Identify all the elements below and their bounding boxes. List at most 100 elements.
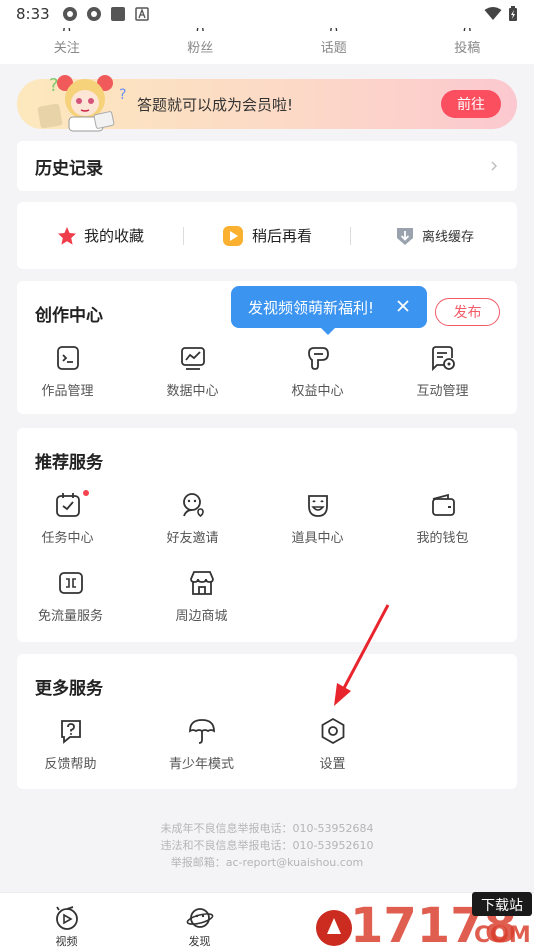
status-time: 8:33 [16,5,50,23]
offline-cache-label: 离线缓存 [421,230,474,245]
app-notification-icon [62,7,77,21]
stat-fans[interactable]: 0 粉丝 [134,28,268,64]
creation-center-title: 创作中心 [35,306,103,326]
settings-icon [321,717,344,745]
stat-label: 关注 [53,41,80,56]
watch-later-link[interactable]: 稍后再看 [184,225,350,247]
item-label: 好友邀请 [166,531,219,546]
history-title: 历史记录 [35,158,103,179]
report-line: 举报邮箱：ac-report@kuaishou.com [170,856,364,869]
props-icon [307,495,328,517]
publish-button[interactable]: 发布 [435,298,500,326]
watch-later-label: 稍后再看 [251,227,312,245]
play-later-icon [222,225,243,246]
works-management-item[interactable]: 作品管理 [5,343,130,399]
creation-grid: 作品管理 数据中心 权益中心 互动管理 [5,343,505,399]
feedback-help-item[interactable]: 反馈帮助 [5,716,136,772]
new-user-reward-tooltip[interactable]: 发视频领萌新福利! [231,286,427,335]
watermark-badge: 下载站 [481,898,523,914]
stat-submissions[interactable]: 0 投稿 [401,28,534,64]
tab-discover[interactable]: 发现 [133,893,266,950]
member-quiz-banner[interactable]: ? ? 答题就可以成为会员啦! 前往 [17,75,517,132]
invite-friends-item[interactable]: 好友邀请 [130,490,255,546]
item-label: 周边商城 [175,609,228,624]
a-notification-icon [134,7,149,21]
interaction-icon [431,346,455,372]
more-services: 更多服务 反馈帮助 青少年模式 设置 [17,654,517,789]
report-info: 未成年不良信息举报电话：010-53952684 违法和不良信息举报电话：010… [0,820,534,871]
status-bar: 8:33 [0,0,534,28]
works-icon [56,346,79,370]
video-tab-icon [55,906,78,930]
item-label: 权益中心 [291,384,344,399]
item-label: 免流量服务 [37,609,103,624]
profile-stats: 0 关注 0 粉丝 0 话题 0 投稿 [0,28,534,64]
item-label: 青少年模式 [168,757,234,772]
item-label: 数据中心 [166,384,219,399]
invite-friend-icon [182,493,204,518]
task-icon [55,493,80,517]
stat-label: 粉丝 [187,41,214,56]
offline-cache-link[interactable]: 离线缓存 [351,225,517,247]
report-line: 未成年不良信息举报电话：010-53952684 [160,822,374,835]
stat-following[interactable]: 0 关注 [0,28,134,64]
favorites-link[interactable]: 我的收藏 [17,225,183,247]
recommended-services: 推荐服务 任务中心 好友邀请 道具中心 我的钱包 免流量服务 周边商城 [17,428,517,642]
free-data-icon [58,572,83,594]
banner-go-button[interactable]: 前往 [441,90,501,118]
notification-dot [83,490,89,496]
item-label: 反馈帮助 [44,757,97,772]
merch-shop-item[interactable]: 周边商城 [136,568,267,624]
more-grid-row: 反馈帮助 青少年模式 设置 [5,716,505,772]
settings-item[interactable]: 设置 [267,716,398,772]
wifi-icon [484,7,502,20]
tab-label: 发现 [188,935,211,948]
wallet-icon [431,493,455,516]
props-center-item[interactable]: 道具中心 [255,490,380,546]
svg-text:?: ? [119,87,126,103]
mascot-girl-illustration: ? ? [37,75,126,132]
svg-text:?: ? [49,75,59,96]
recommended-services-title: 推荐服务 [35,453,103,473]
history-row[interactable]: 历史记录 [17,141,517,191]
stat-topics[interactable]: 0 话题 [267,28,401,64]
report-line: 违法和不良信息举报电话：010-53952610 [160,839,374,852]
help-icon [60,720,81,744]
download-icon [396,227,413,245]
app-notification-icon [86,7,101,21]
umbrella-icon [188,719,215,744]
site-watermark-logo: 17178 下载站 COM [316,892,532,950]
interaction-management-item[interactable]: 互动管理 [380,343,505,399]
close-icon[interactable] [396,299,410,313]
banner-text: 答题就可以成为会员啦! [137,95,294,114]
stat-label: 话题 [320,41,347,56]
item-label: 设置 [319,757,346,772]
rights-icon [307,347,329,370]
item-label: 互动管理 [416,384,469,399]
watermark-suffix: COM [474,923,531,948]
battery-icon [509,6,517,21]
creation-center: 创作中心 发布 发视频领萌新福利! 作品管理 数据中心 权益中心 互动管理 [17,281,517,414]
teen-mode-item[interactable]: 青少年模式 [136,716,267,772]
item-label: 任务中心 [41,531,94,546]
wallet-item[interactable]: 我的钱包 [380,490,505,546]
tooltip-tail [321,328,335,335]
stat-label: 投稿 [454,41,481,56]
item-label: 我的钱包 [416,531,469,546]
more-services-title: 更多服务 [35,679,103,699]
tab-video[interactable]: 视频 [0,893,133,950]
square-notification-icon [110,7,125,21]
rights-center-item[interactable]: 权益中心 [255,343,380,399]
favorites-label: 我的收藏 [83,227,144,245]
recommended-grid-row: 免流量服务 周边商城 [5,568,505,624]
item-label: 作品管理 [41,384,94,399]
shop-icon [189,571,214,595]
planet-tab-icon [186,908,213,928]
recommended-grid-row: 任务中心 好友邀请 道具中心 我的钱包 [5,490,505,546]
task-center-item[interactable]: 任务中心 [5,490,130,546]
data-center-item[interactable]: 数据中心 [130,343,255,399]
quick-links: 我的收藏 稍后再看 离线缓存 [17,202,517,269]
tooltip-text: 发视频领萌新福利! [248,298,375,317]
star-icon [57,226,76,245]
free-data-service-item[interactable]: 免流量服务 [5,568,136,624]
